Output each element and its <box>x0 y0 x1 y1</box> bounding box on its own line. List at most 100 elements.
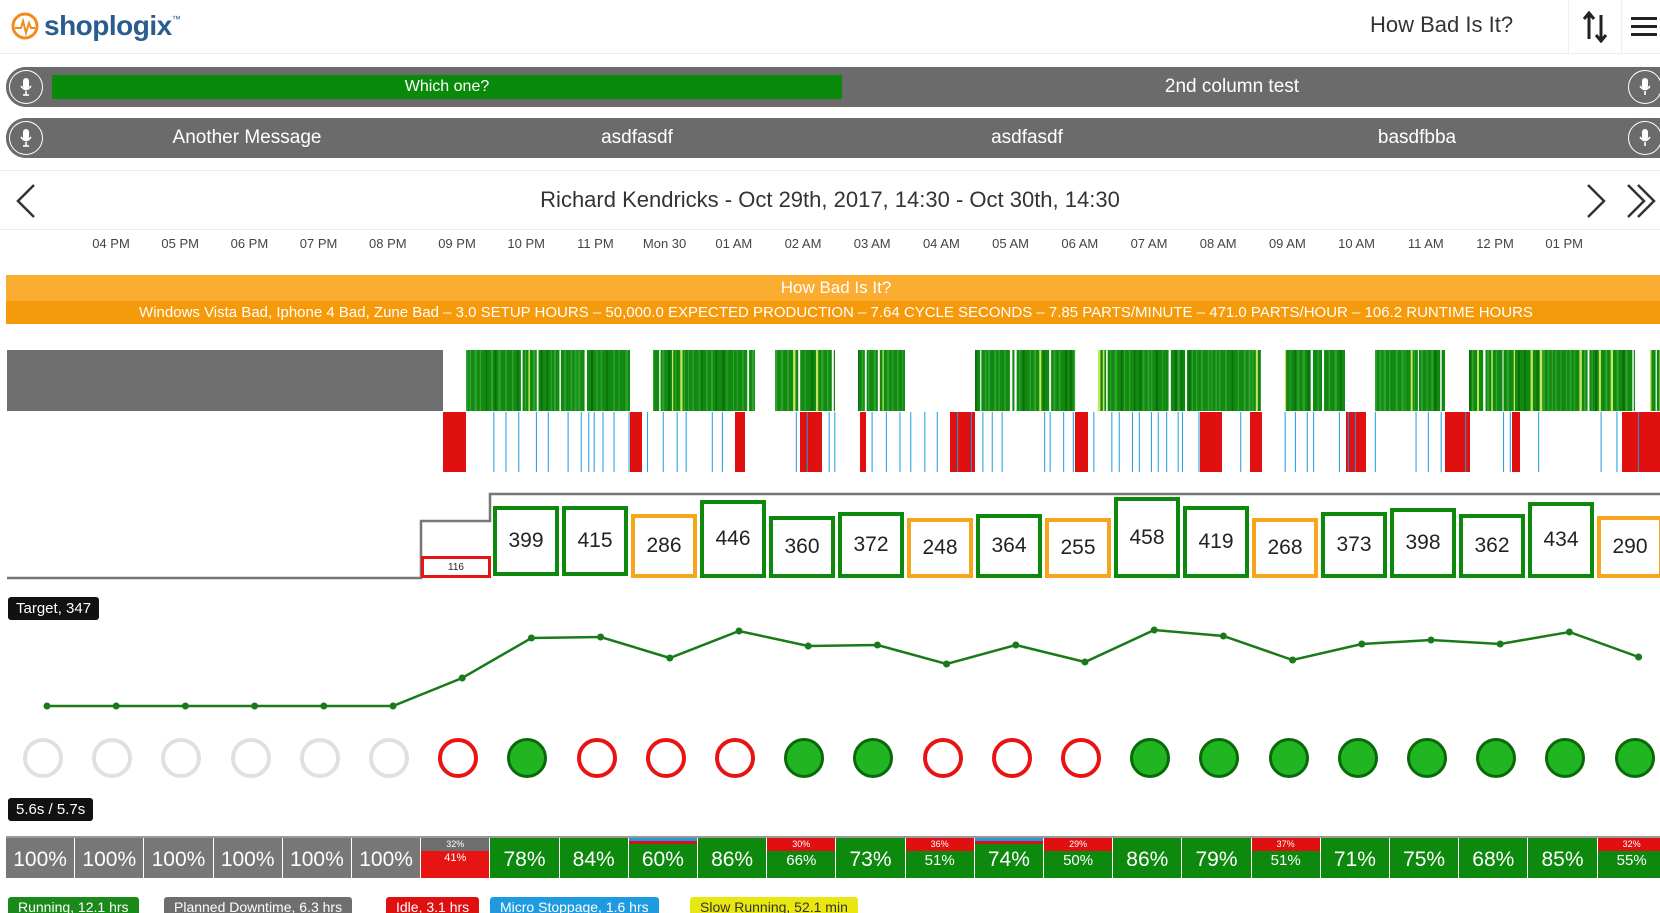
hourly-production-box[interactable]: 458 <box>1114 497 1180 578</box>
efficiency-value: 55% <box>1616 852 1647 869</box>
efficiency-value: 71% <box>1333 848 1376 871</box>
hourly-production-box[interactable]: 248 <box>907 518 973 578</box>
status-circle[interactable] <box>1614 738 1655 778</box>
efficiency-cell[interactable]: 79% <box>1182 838 1252 878</box>
status-circle[interactable] <box>645 738 686 778</box>
efficiency-cell[interactable]: 32% 41% <box>421 838 491 878</box>
skip-to-end-button[interactable] <box>1622 181 1660 221</box>
legend-item[interactable]: Running, 12.1 hrs <box>8 897 139 913</box>
efficiency-cell[interactable]: 86% <box>1113 838 1183 878</box>
efficiency-cell[interactable]: 30% 66% <box>767 838 837 878</box>
efficiency-cell[interactable]: 36% 51% <box>905 838 975 878</box>
hourly-production-box[interactable]: 362 <box>1459 514 1525 578</box>
status-circle[interactable] <box>369 738 409 778</box>
status-circle[interactable] <box>853 738 894 778</box>
efficiency-cell[interactable]: 74% <box>974 838 1044 878</box>
efficiency-cell[interactable]: 100% <box>144 838 214 878</box>
trend-point <box>458 674 466 682</box>
status-circle[interactable] <box>1268 738 1309 778</box>
efficiency-cell[interactable]: 100% <box>282 838 352 878</box>
hourly-production-box[interactable]: 290 <box>1597 516 1660 578</box>
status-circle[interactable] <box>23 738 63 778</box>
time-tick-label: 02 AM <box>784 236 822 251</box>
efficiency-cell[interactable]: 100% <box>6 838 76 878</box>
legend-item[interactable]: Slow Running, 52.1 min <box>690 897 858 913</box>
next-button[interactable] <box>1582 181 1612 221</box>
legend-item[interactable]: Planned Downtime, 6.3 hrs <box>164 897 353 913</box>
hourly-production-box[interactable]: 399 <box>493 506 559 576</box>
status-circle[interactable] <box>715 738 755 778</box>
hourly-production-box[interactable]: 360 <box>769 516 835 578</box>
hourly-production-box[interactable]: 398 <box>1390 508 1456 578</box>
hourly-production-box[interactable]: 446 <box>700 500 766 578</box>
planned-downtime-block <box>7 350 443 411</box>
efficiency-cell[interactable]: 29% 50% <box>1044 838 1114 878</box>
mic-button[interactable] <box>1625 118 1660 158</box>
mic-button[interactable] <box>6 67 46 107</box>
message-text: basdfbba <box>1377 127 1457 148</box>
state-timeline[interactable] <box>0 349 1660 474</box>
efficiency-cell[interactable]: 73% <box>836 838 906 878</box>
status-circle[interactable] <box>1545 738 1586 778</box>
efficiency-cell[interactable]: 84% <box>559 838 629 878</box>
hourly-production-box[interactable]: 373 <box>1321 512 1387 578</box>
hourly-production-box[interactable]: 419 <box>1183 506 1249 578</box>
trend-point <box>735 627 743 635</box>
hourly-production-box[interactable]: 434 <box>1528 502 1594 578</box>
status-circle[interactable] <box>991 738 1032 778</box>
machine-title-banner: How Bad Is It? <box>6 275 1660 301</box>
trend-point <box>1496 640 1504 648</box>
efficiency-cell[interactable]: 32% 55% <box>1597 838 1660 878</box>
sort-button[interactable] <box>1568 0 1622 54</box>
time-tick-label: 12 PM <box>1476 236 1514 251</box>
mic-button[interactable] <box>1625 67 1660 107</box>
hourly-production-box[interactable]: 255 <box>1045 518 1111 578</box>
status-circle[interactable] <box>92 738 133 778</box>
status-circle[interactable] <box>922 738 963 778</box>
legend-item[interactable]: Micro Stoppage, 1.6 hrs <box>490 897 659 913</box>
efficiency-secondary: 37% <box>1251 838 1320 851</box>
efficiency-cell[interactable]: 37% 51% <box>1251 838 1321 878</box>
status-circle[interactable] <box>576 738 617 778</box>
efficiency-cell[interactable]: 71% <box>1320 838 1390 878</box>
status-circle[interactable] <box>438 738 479 778</box>
hourly-production-box[interactable]: 415 <box>562 506 628 576</box>
legend-item[interactable]: Idle, 3.1 hrs <box>386 897 480 913</box>
efficiency-value: 60% <box>641 848 684 871</box>
efficiency-cell[interactable]: 85% <box>1528 838 1598 878</box>
hourly-production-box[interactable]: 268 <box>1252 518 1318 578</box>
shoplogix-logo[interactable]: shoplogix ™ <box>10 8 181 44</box>
status-circle[interactable] <box>230 738 271 778</box>
status-circle[interactable] <box>1130 738 1171 778</box>
microphone-icon <box>1639 78 1651 95</box>
brand-name: shoplogix <box>44 10 172 41</box>
hourly-production-box[interactable]: 364 <box>976 514 1042 578</box>
efficiency-value: 74% <box>987 848 1030 871</box>
efficiency-secondary: 32% <box>421 838 490 851</box>
efficiency-cell[interactable]: 75% <box>1390 838 1460 878</box>
hourly-production-box[interactable]: 286 <box>631 514 697 578</box>
status-circle[interactable] <box>1476 738 1517 778</box>
time-tick-label: 08 PM <box>369 236 407 251</box>
status-circle[interactable] <box>1199 738 1240 778</box>
efficiency-cell[interactable]: 86% <box>698 838 768 878</box>
trend-point <box>1358 640 1366 648</box>
status-circle[interactable] <box>1407 738 1447 778</box>
efficiency-cell[interactable]: 60% <box>628 838 698 878</box>
status-circle[interactable] <box>784 738 825 778</box>
status-circle[interactable] <box>299 738 340 778</box>
efficiency-cell[interactable]: 100% <box>352 838 422 878</box>
hourly-production-box[interactable]: 372 <box>838 512 904 578</box>
mic-button[interactable] <box>6 118 46 158</box>
cycle-time-label: 5.6s / 5.7s <box>8 798 94 821</box>
efficiency-cell[interactable]: 100% <box>75 838 145 878</box>
efficiency-cell[interactable]: 78% <box>490 838 560 878</box>
status-circle[interactable] <box>1061 738 1101 778</box>
hourly-production-box[interactable]: 116 <box>421 556 491 578</box>
status-circle[interactable] <box>507 738 548 778</box>
efficiency-cell[interactable]: 68% <box>1459 838 1529 878</box>
status-circle[interactable] <box>161 738 202 778</box>
menu-button[interactable] <box>1624 0 1660 54</box>
status-circle[interactable] <box>1337 738 1378 778</box>
efficiency-cell[interactable]: 100% <box>213 838 283 878</box>
